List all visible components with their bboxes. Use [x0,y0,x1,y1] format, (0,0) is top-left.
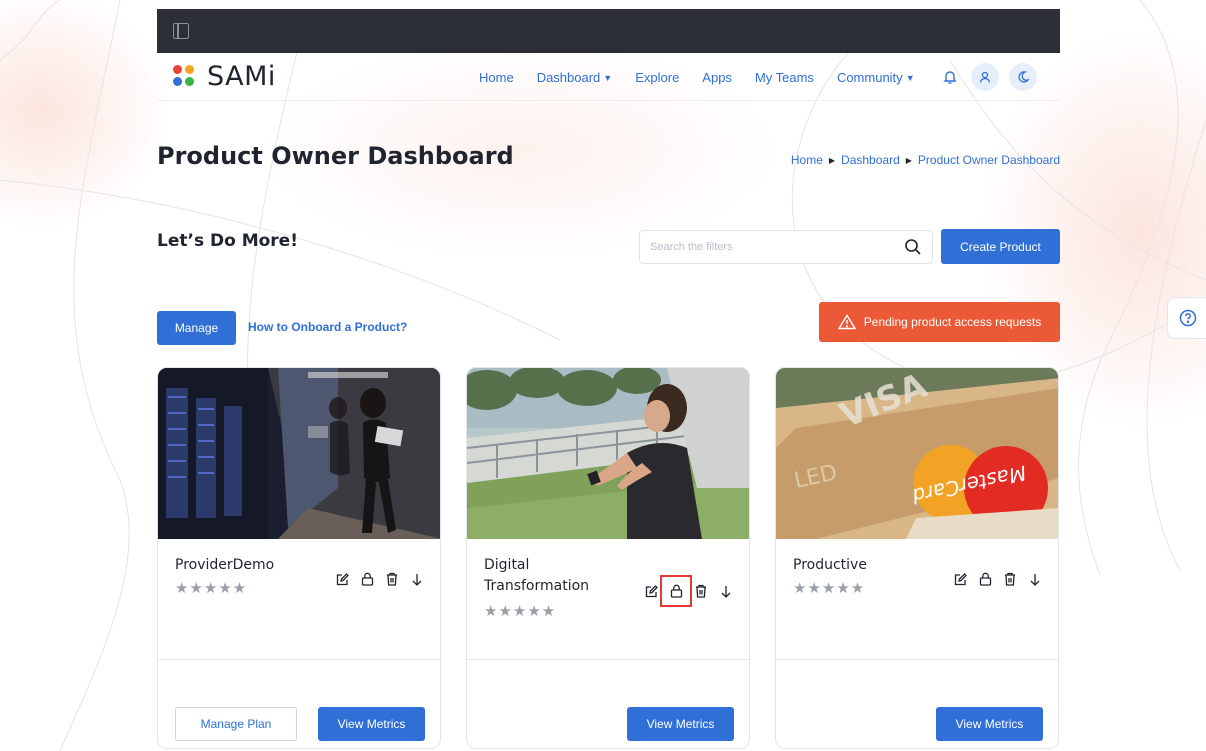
product-image [158,368,440,539]
product-card: Digital Transformation ★★★★★ View Metric… [466,367,750,749]
card-divider [776,659,1058,660]
manage-plan-button[interactable]: Manage Plan [175,707,297,741]
user-icon[interactable] [971,63,999,91]
top-bar [157,9,1060,53]
product-title: ProviderDemo [175,557,275,573]
breadcrumb-home[interactable]: Home [791,153,823,167]
arrow-down-icon[interactable] [719,584,733,598]
logo-icon [173,64,195,89]
brand-logo[interactable]: SAMi [173,61,276,92]
caret-right-icon: ▶ [828,155,836,165]
nav-my-teams[interactable]: My Teams [755,70,814,85]
product-title: Digital Transformation [484,557,590,594]
view-metrics-button[interactable]: View Metrics [627,707,734,741]
view-metrics-button[interactable]: View Metrics [936,707,1043,741]
card-actions [633,575,733,607]
edit-icon[interactable] [335,572,349,586]
onboard-product-link[interactable]: How to Onboard a Product? [248,320,407,334]
edit-icon[interactable] [644,584,658,598]
arrow-down-icon[interactable] [410,572,424,586]
card-actions [942,572,1042,586]
page-title: Product Owner Dashboard [157,142,514,170]
star-rating: ★★★★★ [175,580,248,597]
caret-right-icon: ▶ [905,155,912,165]
warning-icon [837,314,856,330]
pending-requests-label: Pending product access requests [863,315,1042,329]
view-metrics-button[interactable]: View Metrics [318,707,425,741]
star-rating: ★★★★★ [484,603,557,620]
trash-icon[interactable] [1003,572,1017,586]
nav-links: Home Dashboard ▼ Explore Apps My Teams Co… [479,53,938,101]
navbar: SAMi Home Dashboard ▼ Explore Apps My Tea… [157,53,1060,101]
nav-dashboard[interactable]: Dashboard ▼ [537,70,613,85]
section-subtitle: Let’s Do More! [157,231,298,251]
card-divider [467,659,749,660]
product-card: ProviderDemo ★★★★★ Manage Plan View Metr… [157,367,441,749]
nav-apps[interactable]: Apps [702,70,732,85]
nav-community[interactable]: Community ▼ [837,70,915,85]
search-input[interactable] [650,241,904,253]
trash-icon[interactable] [385,572,399,586]
breadcrumb: Home ▶ Dashboard ▶ Product Owner Dashboa… [791,153,1060,167]
product-card: VISA LED MasterCard Productive ★★★★★ Vie… [775,367,1059,749]
nav-home[interactable]: Home [479,70,514,85]
sidebar-toggle-icon[interactable] [173,23,189,39]
bell-icon[interactable] [939,66,961,88]
product-image: VISA LED MasterCard [776,368,1058,539]
breadcrumb-current: Product Owner Dashboard [917,153,1060,167]
card-divider [158,659,440,660]
trash-icon[interactable] [694,584,708,598]
chevron-down-icon: ▼ [603,73,613,83]
product-image [467,368,749,539]
search-icon[interactable] [904,238,922,256]
brand-name: SAMi [207,61,276,92]
product-title: Productive [793,557,867,573]
question-icon [1179,309,1197,327]
lock-icon[interactable] [978,572,992,586]
moon-icon[interactable] [1009,63,1037,91]
chevron-down-icon: ▼ [905,73,915,83]
star-rating: ★★★★★ [793,580,866,597]
breadcrumb-dashboard[interactable]: Dashboard [841,153,900,167]
lock-icon[interactable] [660,575,692,607]
lock-icon[interactable] [360,572,374,586]
nav-icons [939,63,1047,91]
manage-button[interactable]: Manage [157,311,236,345]
edit-icon[interactable] [953,572,967,586]
card-actions [324,572,424,586]
arrow-down-icon[interactable] [1028,572,1042,586]
create-product-button[interactable]: Create Product [941,229,1060,264]
help-button[interactable] [1167,297,1206,339]
nav-explore[interactable]: Explore [635,70,679,85]
pending-requests-button[interactable]: Pending product access requests [819,302,1060,342]
search-box [639,230,933,264]
